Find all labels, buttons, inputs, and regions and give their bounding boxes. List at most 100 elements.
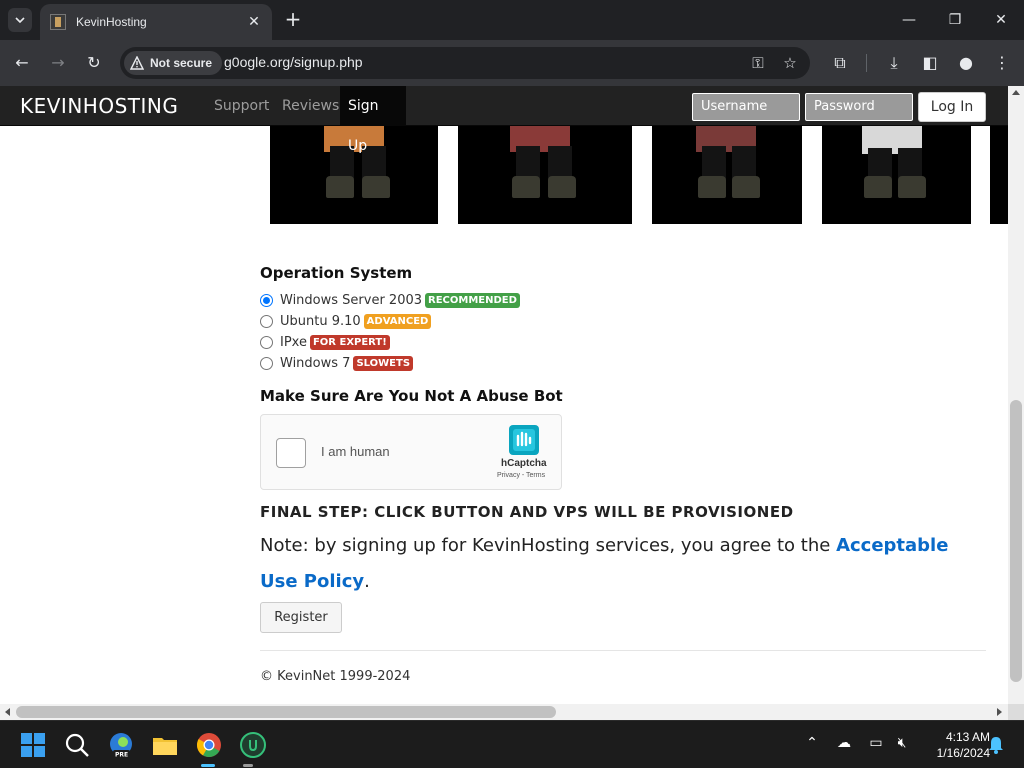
- recommended-badge: RECOMMENDED: [425, 293, 520, 308]
- download-icon[interactable]: ⤓: [882, 51, 906, 75]
- active-app-indicator: [201, 764, 215, 767]
- windows-taskbar: PRE ⌃ ☁ ▭ 🔇︎ 4:13 AM 1/16/2024: [0, 720, 1024, 768]
- scroll-left-arrow-icon[interactable]: [5, 708, 10, 716]
- captcha-label: I am human: [321, 444, 390, 459]
- chevron-down-icon: [15, 17, 25, 23]
- os-option-label: Windows Server 2003: [280, 293, 423, 308]
- gallery-image: [652, 126, 802, 224]
- gallery-image: [822, 126, 971, 224]
- os-option-ubuntu[interactable]: Ubuntu 9.10 ADVANCED: [260, 311, 520, 332]
- gallery-image: [458, 126, 632, 224]
- tab-search-button[interactable]: [8, 8, 32, 32]
- vertical-scrollbar[interactable]: [1008, 86, 1024, 704]
- footer-divider: [260, 650, 986, 651]
- search-icon[interactable]: [63, 731, 91, 759]
- radio-button-selected[interactable]: [260, 294, 273, 307]
- site-favicon-icon: [50, 14, 66, 30]
- captcha-heading: Make Sure Are You Not A Abuse Bot: [260, 387, 563, 405]
- display-icon[interactable]: ▭: [866, 735, 886, 751]
- edge-pre-badge: PRE: [115, 752, 128, 759]
- tab-title: KevinHosting: [76, 15, 147, 29]
- os-option-windows-7[interactable]: Windows 7 SLOWETS: [260, 353, 520, 374]
- slow-badge: SLOWETS: [353, 356, 414, 371]
- minimize-icon[interactable]: —: [886, 6, 932, 34]
- warning-triangle-icon: [130, 56, 144, 70]
- tray-overflow-chevron-icon[interactable]: ⌃: [802, 735, 822, 751]
- clock-date: 1/16/2024: [936, 746, 990, 760]
- server-image-gallery: [270, 126, 1008, 224]
- address-bar[interactable]: Not secure g0ogle.org/signup.php ⚿ ☆: [120, 47, 810, 79]
- final-step-text: FINAL STEP: CLICK BUTTON AND VPS WILL BE…: [260, 503, 794, 521]
- edge-beta-icon[interactable]: PRE: [107, 731, 135, 759]
- close-window-icon[interactable]: ✕: [978, 6, 1024, 34]
- url-text[interactable]: g0ogle.org/signup.php: [224, 54, 363, 70]
- os-option-label: Ubuntu 9.10: [280, 314, 361, 329]
- os-option-label: IPxe: [280, 335, 307, 350]
- password-input[interactable]: Password: [805, 93, 913, 121]
- horizontal-scroll-thumb[interactable]: [16, 706, 556, 718]
- page-viewport: KEVINHOSTING Support Reviews Sign Up Use…: [0, 86, 1008, 704]
- hcaptcha-logo-icon: [509, 425, 539, 455]
- captcha-checkbox[interactable]: [276, 438, 306, 468]
- windows-start-icon[interactable]: [19, 731, 47, 759]
- new-tab-button[interactable]: +: [282, 8, 304, 30]
- browser-toolbar: ← → ↻ Not secure g0ogle.org/signup.php ⚿…: [0, 40, 1024, 86]
- horizontal-scrollbar[interactable]: [0, 704, 1008, 720]
- os-heading: Operation System: [260, 264, 413, 282]
- security-label: Not secure: [150, 56, 213, 70]
- side-panel-icon[interactable]: ◧: [918, 51, 942, 75]
- browser-tab-active[interactable]: KevinHosting ✕: [40, 4, 272, 40]
- site-brand[interactable]: KEVINHOSTING: [20, 94, 178, 118]
- advanced-badge: ADVANCED: [363, 314, 432, 329]
- nav-link-support[interactable]: Support: [206, 86, 277, 126]
- clock-time: 4:13 AM: [945, 730, 990, 744]
- vertical-scroll-thumb[interactable]: [1010, 400, 1022, 682]
- scroll-right-arrow-icon[interactable]: [997, 708, 1002, 716]
- captcha-brand: hCaptcha: [501, 458, 547, 469]
- hcaptcha-widget: I am human hCaptcha Privacy - Terms: [260, 414, 562, 490]
- key-icon[interactable]: ⚿: [748, 53, 768, 73]
- terms-note-text: Note: by signing up for KevinHosting ser…: [260, 535, 837, 556]
- file-explorer-icon[interactable]: [151, 731, 179, 759]
- back-arrow-icon[interactable]: ←: [10, 51, 34, 75]
- os-option-windows-server-2003[interactable]: Windows Server 2003 RECOMMENDED: [260, 290, 520, 311]
- terms-note-suffix: .: [364, 571, 370, 592]
- restore-icon[interactable]: ❐: [932, 6, 978, 34]
- running-app-indicator: [243, 764, 253, 767]
- profile-icon[interactable]: ●: [954, 51, 978, 75]
- system-clock[interactable]: 4:13 AM 1/16/2024: [918, 729, 990, 761]
- os-option-ipxe[interactable]: IPxe FOR EXPERT!: [260, 332, 520, 353]
- expert-badge: FOR EXPERT!: [309, 335, 390, 350]
- upwork-app-icon[interactable]: [239, 731, 267, 759]
- radio-button[interactable]: [260, 357, 273, 370]
- os-option-label: Windows 7: [280, 356, 351, 371]
- volume-muted-icon[interactable]: 🔇︎: [892, 735, 912, 751]
- nav-link-reviews[interactable]: Reviews: [274, 86, 347, 126]
- security-indicator[interactable]: Not secure: [124, 51, 223, 75]
- browser-tab-strip: KevinHosting ✕ + — ❐ ✕: [0, 0, 1024, 40]
- login-button[interactable]: Log In: [918, 92, 986, 122]
- os-option-list: Windows Server 2003 RECOMMENDED Ubuntu 9…: [260, 290, 520, 374]
- chrome-icon[interactable]: [195, 731, 223, 759]
- username-input[interactable]: Username: [692, 93, 800, 121]
- more-menu-icon[interactable]: ⋮: [990, 51, 1014, 75]
- radio-button[interactable]: [260, 315, 273, 328]
- reload-icon[interactable]: ↻: [82, 51, 106, 75]
- nav-link-signup[interactable]: Sign Up: [340, 86, 406, 154]
- site-navbar: KEVINHOSTING Support Reviews Sign Up Use…: [0, 86, 1008, 154]
- footer-copyright: © KevinNet 1999-2024: [260, 669, 411, 684]
- notification-bell-icon[interactable]: [986, 735, 1006, 755]
- terms-note: Note: by signing up for KevinHosting ser…: [260, 528, 990, 600]
- onedrive-cloud-icon[interactable]: ☁: [834, 735, 854, 751]
- captcha-links[interactable]: Privacy - Terms: [497, 472, 545, 479]
- scrollbar-corner: [1008, 704, 1024, 720]
- radio-button[interactable]: [260, 336, 273, 349]
- scroll-up-arrow-icon[interactable]: [1012, 90, 1020, 95]
- toolbar-divider: [866, 54, 867, 72]
- extensions-puzzle-icon[interactable]: ⧉: [828, 51, 852, 75]
- forward-arrow-icon[interactable]: →: [46, 51, 70, 75]
- register-button[interactable]: Register: [260, 602, 342, 633]
- bookmark-star-icon[interactable]: ☆: [780, 53, 800, 73]
- close-tab-icon[interactable]: ✕: [246, 14, 262, 30]
- gallery-image: [990, 126, 1008, 224]
